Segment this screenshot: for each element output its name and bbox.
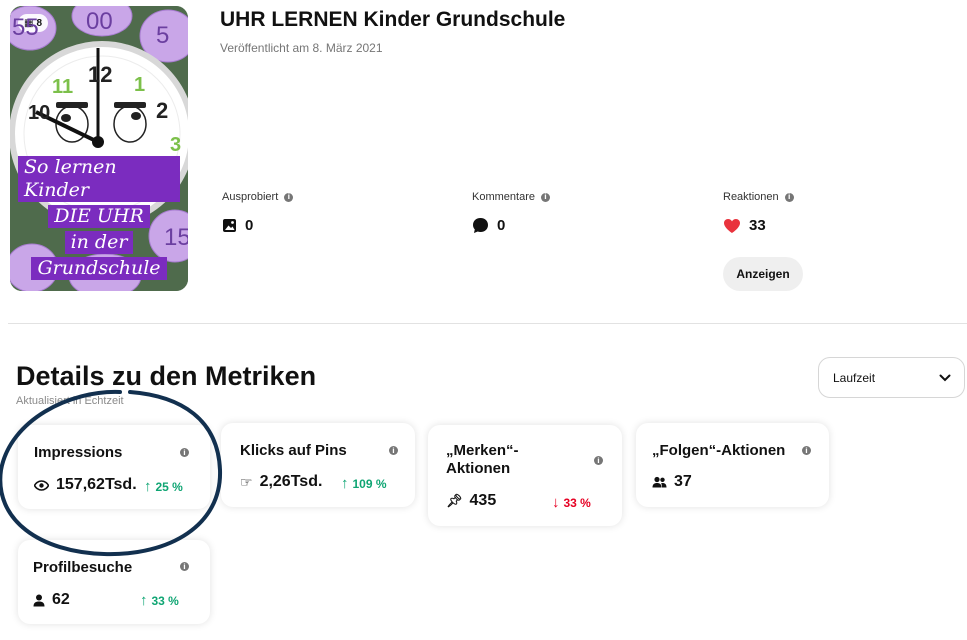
metric-value: 2,26Tsd. (259, 473, 323, 490)
metric-trend: ↑ 33 % (140, 592, 179, 609)
dropdown-value: Laufzeit (833, 370, 876, 385)
image-icon (223, 219, 236, 232)
metric-value: 435 (469, 492, 497, 509)
clock-number: 1 (134, 74, 146, 96)
stat-value: 0 (497, 217, 506, 234)
petal-number: 55 (12, 14, 39, 41)
info-icon[interactable]: i (784, 192, 794, 202)
clock-number: 12 (88, 62, 113, 87)
heart-icon (724, 218, 740, 233)
petal-number: 5 (156, 22, 170, 49)
metric-card-follows[interactable]: „Folgen“-Aktionen i 37 (636, 423, 829, 507)
info-icon[interactable]: i (802, 446, 811, 455)
metric-value: 62 (52, 591, 70, 608)
metric-card-saves[interactable]: „Merken“- Aktionen i 📌︎ 435 ↓ 33 % (428, 425, 622, 526)
info-icon[interactable]: i (180, 562, 189, 571)
thumbnail-caption: So lernen Kinder DIE UHR in der Grundsch… (18, 156, 180, 280)
clock-number: 3 (170, 134, 182, 156)
metric-title: „Folgen“-Aktionen (652, 442, 786, 459)
pin-icon: 📌︎ (446, 493, 463, 508)
petal-number: 00 (86, 8, 113, 35)
metric-title: „Merken“- Aktionen (446, 442, 519, 477)
metric-trend: ↑ 109 % (341, 475, 387, 492)
arrow-up-icon: ↑ (341, 475, 349, 492)
metric-trend: ↓ 33 % (552, 494, 591, 511)
info-icon[interactable]: i (284, 192, 294, 202)
clock-number: 10 (28, 102, 51, 124)
stat-label: Reaktionen (723, 191, 779, 203)
timeframe-dropdown[interactable]: Laufzeit (818, 357, 965, 398)
stat-tried: Ausprobiert i 0 (222, 191, 294, 234)
pin-title: UHR LERNEN Kinder Grundschule (220, 8, 566, 31)
metric-card-impressions[interactable]: Impressions i 157,62Tsd. ↑ 25 % (18, 425, 210, 509)
metric-value: 157,62Tsd. (56, 476, 137, 493)
clock-number: 2 (156, 98, 169, 123)
publish-date: Veröffentlicht am 8. März 2021 (220, 41, 383, 55)
metric-title: Profilbesuche (33, 559, 133, 576)
stat-comments: Kommentare i 0 (472, 191, 550, 234)
metric-title: Klicks auf Pins (240, 442, 347, 459)
info-icon[interactable]: i (540, 192, 550, 202)
metric-title: Impressions (34, 444, 123, 461)
speech-bubble-icon (473, 218, 488, 233)
clock-number: 11 (52, 76, 74, 98)
pointer-hand-icon: ☞ (240, 473, 253, 490)
stat-label: Kommentare (472, 191, 535, 203)
info-icon[interactable]: i (594, 456, 603, 465)
stat-value: 0 (245, 217, 254, 234)
stat-label: Ausprobiert (222, 191, 279, 203)
section-title: Details zu den Metriken (16, 361, 317, 391)
show-reactions-button[interactable]: Anzeigen (723, 257, 803, 291)
people-icon (652, 476, 667, 488)
divider (8, 323, 967, 324)
person-icon (33, 594, 45, 606)
info-icon[interactable]: i (389, 446, 398, 455)
info-icon[interactable]: i (180, 448, 189, 457)
chevron-down-icon (939, 374, 951, 381)
pin-thumbnail[interactable]: ▦ 8 55 00 5 15 30 10 11 12 1 2 3 So lern… (10, 6, 188, 291)
eye-icon (34, 479, 49, 491)
arrow-up-icon: ↑ (140, 592, 148, 609)
stat-value: 33 (749, 217, 766, 234)
metric-trend: ↑ 25 % (144, 478, 183, 495)
section-subtitle: Aktualisiert in Echtzeit (16, 395, 124, 407)
metric-card-pin-clicks[interactable]: Klicks auf Pins i ☞ 2,26Tsd. ↑ 109 % (221, 423, 415, 507)
stat-reactions: Reaktionen i 33 (723, 191, 794, 234)
metric-value: 37 (674, 473, 692, 490)
metric-card-profile-visits[interactable]: Profilbesuche i 62 ↑ 33 % (18, 540, 210, 624)
arrow-up-icon: ↑ (144, 478, 152, 495)
arrow-down-icon: ↓ (552, 494, 560, 511)
